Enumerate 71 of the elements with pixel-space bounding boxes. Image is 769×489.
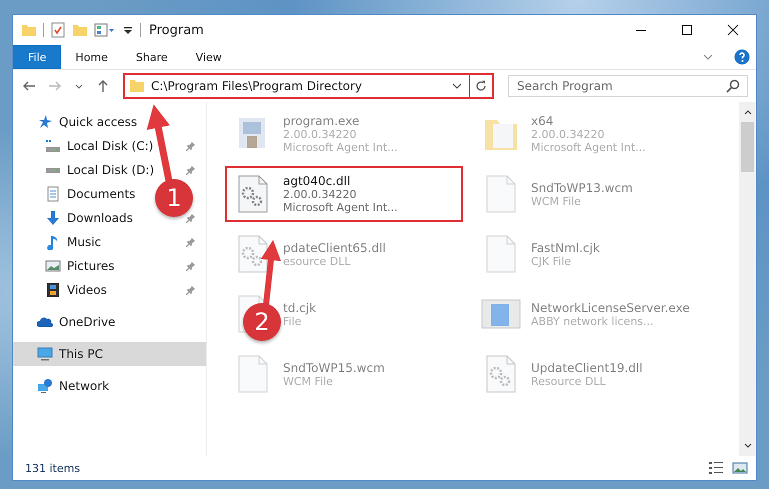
sidebar-item[interactable]: Videos: [37, 282, 107, 298]
pin-icon[interactable]: [186, 237, 196, 247]
network-icon: [37, 378, 53, 394]
drive-icon: [45, 166, 61, 174]
star-icon: [37, 114, 53, 130]
file-detail: Microsoft Agent Int...: [283, 201, 398, 214]
file-name: SndToWP13.wcm: [531, 180, 633, 194]
ribbon-tab[interactable]: Share: [122, 45, 182, 69]
search-bar[interactable]: Search Program: [508, 75, 748, 97]
details-view-icon[interactable]: [708, 460, 724, 476]
large-icons-view-icon[interactable]: [732, 460, 748, 476]
download-arrow-icon: [45, 210, 61, 226]
ribbon-tab[interactable]: View: [182, 45, 236, 69]
file-detail: Microsoft Agent Int...: [283, 141, 398, 154]
file-detail: ABBY network licens...: [531, 314, 655, 328]
item-count: 131 items: [25, 462, 80, 474]
file-detail: Resource DLL: [531, 374, 607, 388]
pin-icon[interactable]: [186, 213, 196, 223]
arrow: [260, 240, 282, 306]
file-name: UpdateClient19.dll: [531, 360, 643, 374]
sidebar-item[interactable]: Music: [37, 234, 102, 250]
sidebar-item[interactable]: Downloads: [37, 210, 133, 226]
file-name: agt040c.dll: [283, 174, 352, 188]
file-name: FastNml.cjk: [531, 240, 600, 254]
sidebar-item[interactable]: Local Disk (C:): [37, 138, 154, 154]
address-path: C:\Program Files\Program Directory: [151, 79, 364, 93]
pin-icon[interactable]: [186, 261, 196, 271]
folder-icon: [129, 78, 145, 94]
window-title: Program: [149, 22, 205, 38]
film-icon: [45, 282, 61, 298]
file-name: NetworkLicenseServer.exe: [531, 300, 690, 314]
search-icon[interactable]: [725, 78, 741, 94]
file-detail: WCM File: [283, 374, 334, 388]
maximize-icon: [681, 24, 693, 36]
properties-icon[interactable]: [50, 22, 66, 38]
refresh-icon: [474, 79, 488, 93]
file-name: program.exe: [283, 114, 360, 128]
sidebar-item[interactable]: Quick access: [37, 114, 138, 130]
file-detail: File: [283, 314, 302, 328]
customize-dropdown-icon[interactable]: [122, 24, 134, 36]
help-icon[interactable]: [734, 49, 750, 65]
sidebar-item[interactable]: This PC: [37, 346, 103, 362]
file-name: pdateClient65.dll: [283, 240, 386, 254]
file-detail: CJK File: [531, 254, 572, 268]
file-name: x64: [531, 114, 554, 128]
sidebar-item[interactable]: Pictures: [37, 258, 115, 274]
close-icon: [727, 24, 739, 36]
file-detail: WCM File: [531, 194, 582, 208]
file-detail: esource DLL: [283, 254, 352, 268]
document-icon: [45, 186, 61, 202]
drive-icon: [45, 138, 61, 154]
sidebar-item[interactable]: Network: [37, 378, 110, 394]
ribbon-tab[interactable]: Home: [61, 45, 122, 69]
ribbon-tab[interactable]: File: [13, 45, 62, 69]
file-name: td.cjk: [283, 300, 316, 314]
computer-icon: [37, 346, 53, 362]
view-dropdown-icon[interactable]: [94, 22, 116, 38]
file-detail: 2.00.0.34220: [531, 128, 606, 141]
selected-file-item[interactable]: agt040c.dll 2.00.0.34220 Microsoft Agent Int...: [225, 166, 463, 222]
sidebar-item[interactable]: Local Disk (D:): [37, 163, 154, 177]
file-detail: 2.00.0.34220: [283, 128, 358, 141]
sidebar-item[interactable]: OneDrive: [37, 314, 116, 330]
pin-icon[interactable]: [186, 165, 196, 175]
pin-icon[interactable]: [186, 285, 196, 295]
file-detail: Microsoft Agent Int...: [531, 141, 646, 154]
file-detail: 2.00.0.34220: [283, 188, 358, 201]
picture-icon: [45, 258, 61, 274]
sidebar-item[interactable]: Documents: [37, 186, 136, 202]
file-name: SndToWP15.wcm: [283, 360, 385, 374]
pin-icon[interactable]: [186, 141, 196, 151]
scrollbar-thumb[interactable]: [741, 122, 754, 172]
